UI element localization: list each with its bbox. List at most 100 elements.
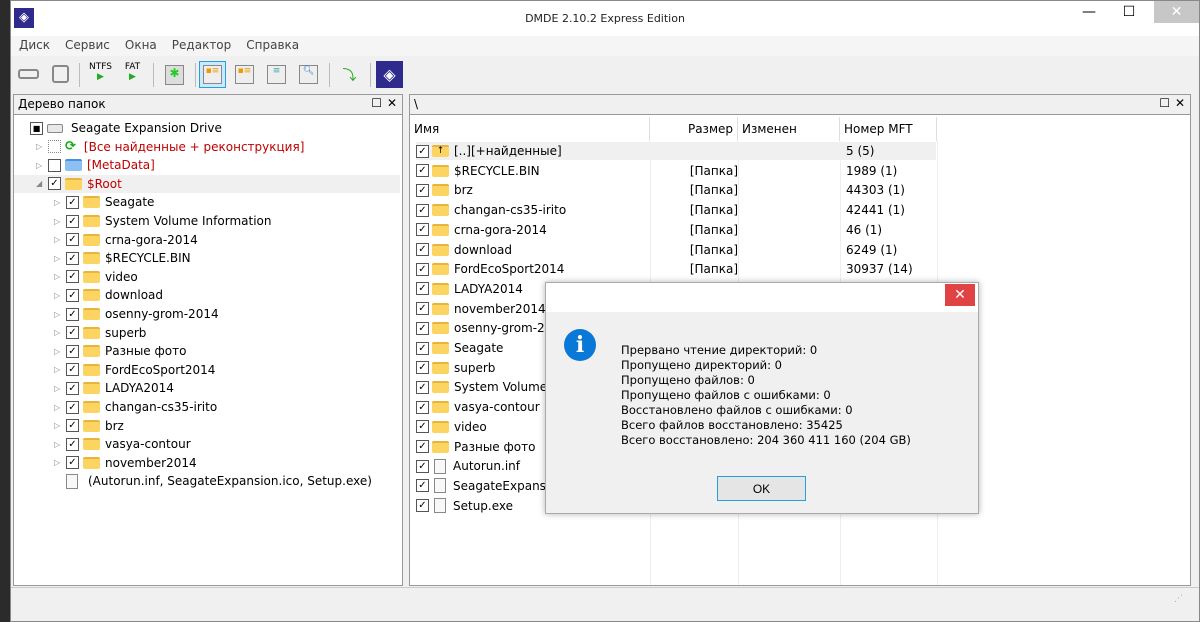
column-mft[interactable]: Номер MFT: [840, 117, 937, 141]
checkbox[interactable]: ✓: [66, 419, 79, 433]
checkbox[interactable]: ✓: [48, 177, 61, 191]
resize-grip-icon[interactable]: ⋰: [1174, 594, 1183, 604]
tree-item[interactable]: ▷ ✓ osenny-grom-2014: [54, 305, 219, 323]
checkbox[interactable]: ✓: [416, 420, 429, 434]
column-size[interactable]: Размер: [650, 117, 738, 141]
dmde-logo-button[interactable]: ◈: [376, 61, 403, 88]
checkbox[interactable]: ✓: [66, 288, 79, 302]
expand-toggle-icon[interactable]: ▷: [54, 272, 66, 281]
tree-item[interactable]: ▷ ✓ Seagate: [54, 193, 154, 211]
checkbox[interactable]: ✓: [66, 195, 79, 209]
tree-item[interactable]: ▷ ✓ download: [54, 286, 163, 304]
checkbox[interactable]: ✓: [416, 262, 429, 276]
list-row[interactable]: ✓ ↑ [..][+найденные] 5 (5): [416, 142, 936, 160]
expand-toggle-icon[interactable]: ▷: [54, 235, 66, 244]
details-view-button[interactable]: ≡: [263, 61, 290, 88]
list-row[interactable]: ✓ FordEcoSport2014 [Папка] 30937 (14): [416, 260, 936, 278]
checkbox[interactable]: ✓: [416, 164, 429, 178]
checkbox[interactable]: ✓: [416, 499, 429, 513]
expand-toggle-icon[interactable]: ▷: [36, 142, 48, 151]
tree-item[interactable]: ▷ ✓ LADYA2014: [54, 379, 174, 397]
tree-item[interactable]: ▷ ✓ brz: [54, 417, 124, 435]
checkbox[interactable]: ✓: [66, 251, 79, 265]
checkbox[interactable]: ■: [30, 121, 43, 135]
checkbox[interactable]: ✓: [416, 243, 429, 256]
checkbox[interactable]: ✓: [66, 437, 79, 451]
checkbox[interactable]: ✓: [66, 214, 79, 228]
checkbox[interactable]: ✓: [416, 203, 429, 217]
checkbox[interactable]: ✓: [416, 183, 429, 197]
tree-item[interactable]: ▷ [MetaData]: [36, 156, 155, 174]
expand-toggle-icon[interactable]: ▷: [54, 254, 66, 263]
expand-toggle-icon[interactable]: ▷: [54, 421, 66, 430]
close-button[interactable]: ✕: [1154, 1, 1199, 23]
list-row[interactable]: ✓ crna-gora-2014 [Папка] 46 (1): [416, 221, 936, 239]
tree-item[interactable]: ◢ ✓ $Root: [14, 174, 400, 193]
checkbox[interactable]: ✓: [66, 270, 79, 284]
checkbox[interactable]: ✓: [416, 479, 429, 493]
checkbox[interactable]: ✓: [416, 440, 429, 453]
tree-item[interactable]: ▷ ✓ video: [54, 268, 138, 286]
expand-toggle-icon[interactable]: ▷: [54, 328, 66, 337]
checkbox[interactable]: ✓: [416, 341, 429, 355]
tree-item[interactable]: ■ Seagate Expansion Drive: [18, 119, 222, 137]
checkbox[interactable]: ✓: [416, 361, 429, 375]
checkbox[interactable]: ✓: [416, 400, 429, 414]
tree-item[interactable]: ▷ ✓ changan-cs35-irito: [54, 398, 217, 416]
list-row[interactable]: ✓ changan-cs35-irito [Папка] 42441 (1): [416, 201, 936, 219]
expand-toggle-icon[interactable]: ▷: [36, 161, 48, 170]
menu-help[interactable]: Справка: [238, 36, 306, 52]
expand-toggle-icon[interactable]: ▷: [54, 347, 66, 356]
expand-toggle-icon[interactable]: ▷: [54, 458, 66, 467]
tree-item[interactable]: ▷ ✓ superb: [54, 324, 146, 342]
close-panel-button[interactable]: ✕: [387, 96, 397, 110]
checkbox[interactable]: ✓: [66, 326, 79, 340]
expand-toggle-icon[interactable]: ▷: [54, 384, 66, 393]
checkbox[interactable]: ✓: [66, 344, 79, 358]
maximize-panel-button[interactable]: ☐: [371, 96, 382, 110]
ok-button[interactable]: OK: [717, 476, 806, 501]
expand-toggle-icon[interactable]: ▷: [54, 403, 66, 412]
tree-item[interactable]: ▷ ✓ Разные фото: [54, 342, 186, 360]
checkbox[interactable]: ✓: [66, 363, 79, 377]
recover-button[interactable]: ⤵: [336, 61, 363, 88]
maximize-panel-button[interactable]: ☐: [1159, 96, 1170, 110]
maximize-button[interactable]: ☐: [1109, 1, 1149, 23]
expand-toggle-icon[interactable]: ▷: [54, 310, 66, 319]
new-button[interactable]: ✱: [161, 61, 188, 88]
list-row[interactable]: ✓ $RECYCLE.BIN [Папка] 1989 (1): [416, 162, 936, 180]
tree-item[interactable]: ▷ ✓ november2014: [54, 454, 197, 472]
tree-item[interactable]: (Autorun.inf, SeagateExpansion.ico, Setu…: [54, 472, 372, 490]
ntfs-search-button[interactable]: NTFS ▶: [87, 61, 114, 88]
checkbox[interactable]: ✓: [66, 381, 79, 395]
expand-toggle-icon[interactable]: ▷: [54, 440, 66, 449]
checkbox[interactable]: ✓: [416, 321, 429, 335]
expand-toggle-icon[interactable]: ▷: [54, 217, 66, 226]
menu-disk[interactable]: Диск: [11, 36, 57, 52]
checkbox[interactable]: [48, 140, 61, 154]
column-modified[interactable]: Изменен: [738, 117, 840, 141]
expand-toggle-icon[interactable]: ▷: [54, 198, 66, 207]
expand-toggle-icon[interactable]: ◢: [36, 179, 48, 188]
column-name[interactable]: Имя: [410, 117, 650, 141]
tree-item[interactable]: ▷ ⟳ [Все найденные + реконструкция]: [36, 138, 304, 156]
checkbox[interactable]: ✓: [416, 223, 429, 237]
menu-service[interactable]: Сервис: [57, 36, 117, 52]
tree-item[interactable]: ▷ ✓ vasya-contour: [54, 435, 191, 453]
checkbox[interactable]: ✓: [416, 302, 429, 316]
checkbox[interactable]: ✓: [66, 233, 79, 247]
fat-search-button[interactable]: FAT ▶: [119, 61, 146, 88]
list-row[interactable]: ✓ brz [Папка] 44303 (1): [416, 181, 936, 199]
tree-view-button[interactable]: ▪≡: [199, 61, 226, 88]
checkbox[interactable]: ✓: [416, 282, 429, 296]
tree-item[interactable]: ▷ ✓ $RECYCLE.BIN: [54, 249, 191, 267]
select-drive-button[interactable]: [15, 61, 42, 88]
checkbox[interactable]: ✓: [66, 400, 79, 414]
close-panel-button[interactable]: ✕: [1175, 96, 1185, 110]
dialog-close-button[interactable]: ✕: [945, 284, 975, 306]
expand-toggle-icon[interactable]: ▷: [54, 291, 66, 300]
menu-windows[interactable]: Окна: [117, 36, 164, 52]
checkbox[interactable]: ✓: [416, 144, 429, 158]
tree-item[interactable]: ▷ ✓ System Volume Information: [54, 212, 271, 230]
checkbox[interactable]: [48, 158, 61, 172]
